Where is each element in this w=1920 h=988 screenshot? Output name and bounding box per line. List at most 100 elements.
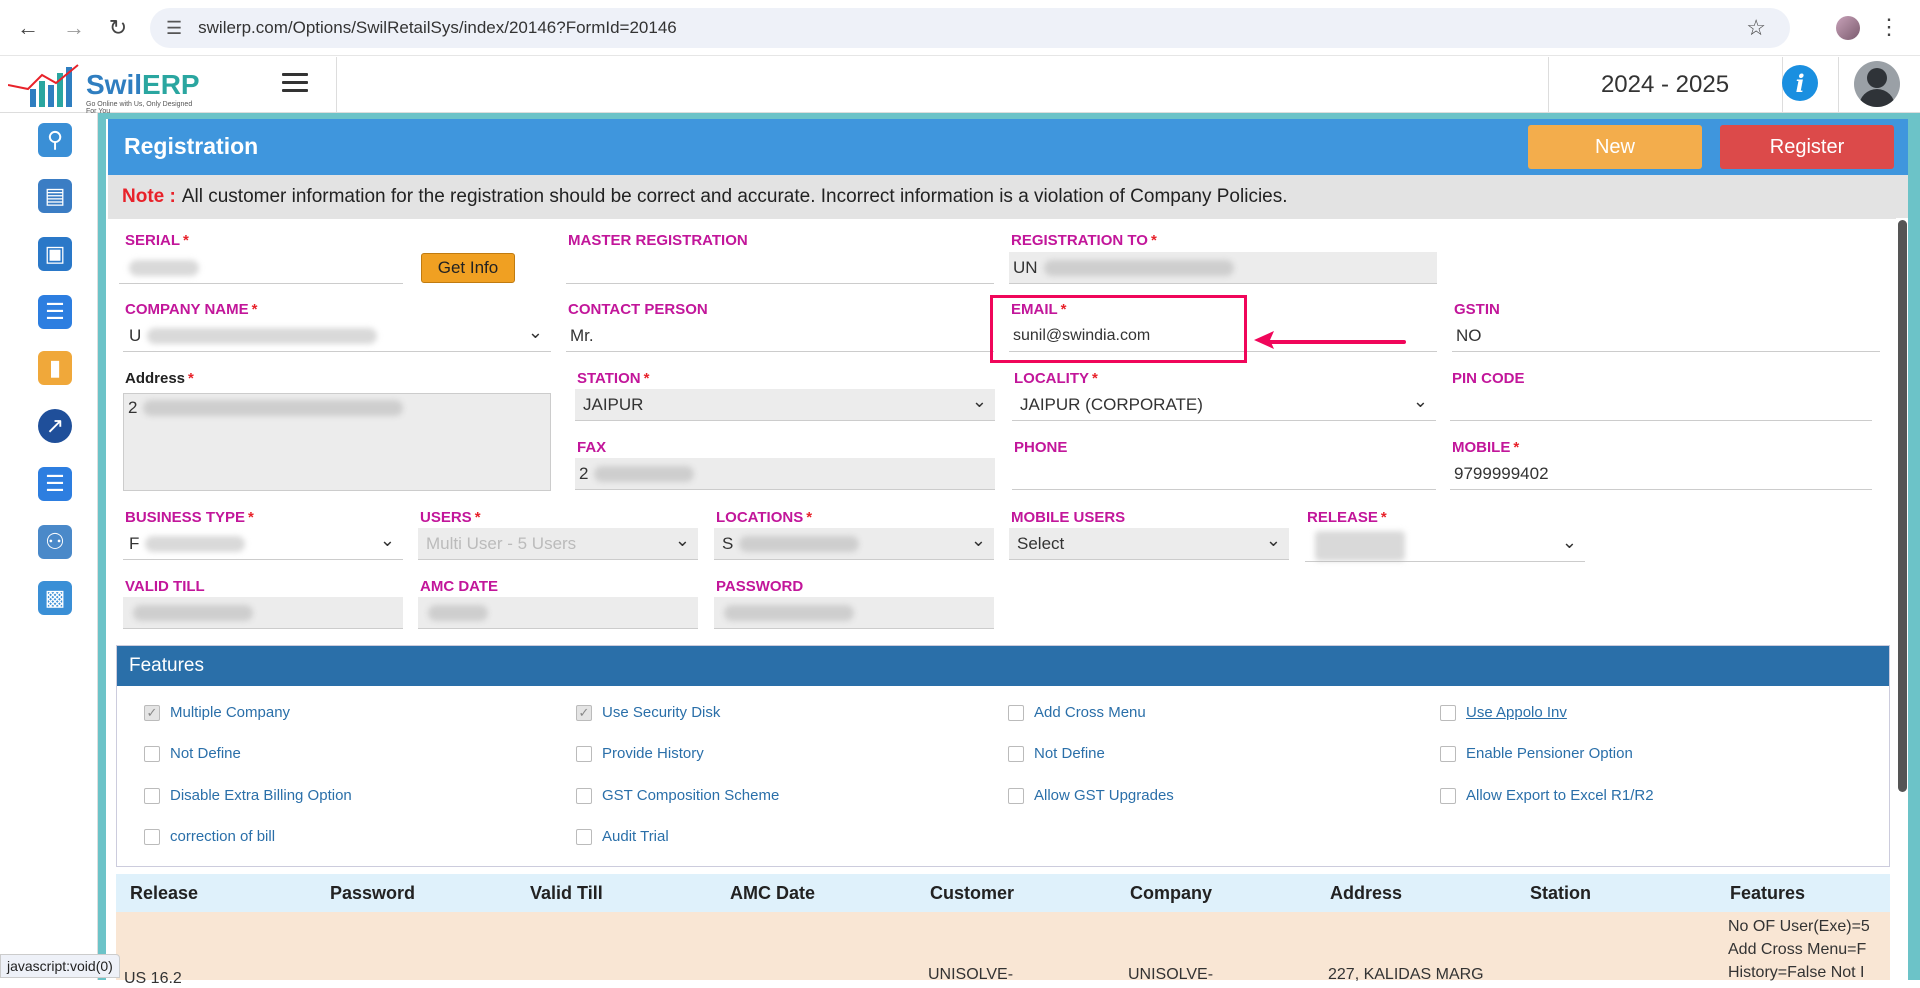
user-account-icon[interactable] [1854,61,1900,107]
feature-item[interactable]: ✓ Multiple Company [144,704,290,721]
feature-checkbox[interactable]: ✓ [576,704,592,721]
search-icon[interactable]: ⚲ [38,123,72,157]
feature-checkbox[interactable] [1440,745,1456,762]
feature-item[interactable]: GST Composition Scheme [576,787,779,804]
company-name-select[interactable]: U [123,320,551,352]
site-settings-icon[interactable]: ☰ [166,18,182,39]
station-select[interactable]: JAIPUR [575,389,995,421]
feature-checkbox[interactable] [1008,704,1024,721]
pin-code-input[interactable] [1450,389,1872,421]
team-icon[interactable]: ⚇ [38,525,72,559]
forward-arrow-icon[interactable]: → [60,14,88,42]
growth-chart-icon[interactable]: ↗ [38,409,72,443]
col-station[interactable]: Station [1530,883,1591,904]
feature-item[interactable]: ✓ Use Security Disk [576,704,720,721]
laptop-icon[interactable]: ▩ [38,581,72,615]
table-row[interactable]: US 16.2 UNISOLVE- UNISOLVE- 227, KALIDAS… [116,912,1890,987]
email-highlight-box [990,295,1247,363]
feature-item[interactable]: Allow GST Upgrades [1008,787,1174,804]
feature-checkbox[interactable] [144,745,160,762]
company-name-label: COMPANY NAME * [125,301,258,318]
feature-item[interactable]: Enable Pensioner Option [1440,745,1633,762]
password-input[interactable] [714,597,994,629]
bookmark-star-icon[interactable]: ☆ [1746,15,1766,41]
contact-person-input[interactable]: Mr. [566,320,994,352]
gstin-label: GSTIN [1454,301,1500,318]
phone-input[interactable] [1012,458,1436,490]
col-password[interactable]: Password [330,883,415,904]
computer-user-icon[interactable]: ▣ [38,237,72,271]
col-customer[interactable]: Customer [930,883,1014,904]
feature-checkbox[interactable] [576,745,592,762]
release-label: RELEASE * [1307,509,1387,526]
status-bar: javascript:void(0) [0,954,120,978]
gstin-input[interactable]: NO [1452,320,1880,352]
feature-checkbox[interactable] [1008,745,1024,762]
registration-to-input[interactable]: UN [1009,252,1437,284]
cell-features-line1: No OF User(Exe)=5 [1728,918,1870,935]
master-registration-input[interactable] [566,252,994,284]
feature-item[interactable]: correction of bill [144,828,275,845]
mobile-input[interactable]: 9799999402 [1450,458,1872,490]
feature-label: Use Appolo Inv [1466,704,1567,721]
back-arrow-icon[interactable]: ← [14,14,42,42]
feature-checkbox[interactable] [144,828,160,845]
feature-item[interactable]: Audit Trial [576,828,669,845]
swilerp-logo[interactable]: SwilERP Go Online with Us, Only Designed… [8,61,200,115]
feature-checkbox[interactable] [1440,704,1456,721]
document-icon[interactable]: ☰ [38,467,72,501]
feature-checkbox[interactable] [1008,787,1024,804]
users-select[interactable]: Multi User - 5 Users [418,528,698,560]
col-valid-till[interactable]: Valid Till [530,883,603,904]
feature-label: Multiple Company [170,704,291,721]
cell-features-line2: Add Cross Menu=F [1728,941,1867,958]
business-type-select[interactable]: F [123,528,403,560]
feature-item[interactable]: Use Appolo Inv [1440,704,1567,721]
note-label: Note : [122,186,176,207]
feature-item[interactable]: Allow Export to Excel R1/R2 [1440,787,1654,804]
feature-checkbox[interactable]: ✓ [144,704,160,721]
feature-item[interactable]: Disable Extra Billing Option [144,787,352,804]
fax-input[interactable]: 2 [575,458,995,490]
document-icon[interactable]: ☰ [38,295,72,329]
col-features[interactable]: Features [1730,883,1805,904]
feature-label: Use Security Disk [602,704,721,721]
logo-chart-icon [8,64,79,107]
profile-avatar[interactable] [1836,16,1860,40]
feature-item[interactable]: Add Cross Menu [1008,704,1146,721]
hamburger-menu-icon[interactable] [282,73,308,93]
financial-year[interactable]: 2024 - 2025 [1548,57,1782,113]
address-textarea[interactable]: 2 [123,393,551,491]
feature-item[interactable]: Not Define [1008,745,1105,762]
mobile-users-select[interactable]: Select [1009,528,1289,560]
feature-checkbox[interactable] [576,828,592,845]
col-address[interactable]: Address [1330,883,1402,904]
get-info-button[interactable]: Get Info [421,253,515,283]
url-text[interactable]: swilerp.com/Options/SwilRetailSys/index/… [198,18,677,38]
registration-header: Registration New Register [108,119,1908,175]
feature-item[interactable]: Provide History [576,745,704,762]
browser-menu-icon[interactable]: ⋮ [1878,14,1900,40]
col-release[interactable]: Release [130,883,198,904]
feature-checkbox[interactable] [144,787,160,804]
info-icon[interactable]: i [1782,65,1818,101]
serial-input[interactable] [119,252,403,284]
feature-item[interactable]: Not Define [144,745,241,762]
release-select[interactable] [1305,530,1585,562]
report-icon[interactable]: ▤ [38,179,72,213]
valid-till-input[interactable] [123,597,403,629]
locality-select[interactable]: JAIPUR (CORPORATE) [1012,389,1436,421]
col-amc-date[interactable]: AMC Date [730,883,815,904]
feature-checkbox[interactable] [1440,787,1456,804]
serial-label: SERIAL * [125,232,189,249]
new-button[interactable]: New [1528,125,1702,169]
scrollbar-thumb[interactable] [1898,220,1907,792]
col-company[interactable]: Company [1130,883,1212,904]
locations-select[interactable]: S [714,528,994,560]
amc-date-input[interactable] [418,597,698,629]
feature-checkbox[interactable] [576,787,592,804]
folder-icon[interactable]: ▮ [38,351,72,385]
register-button[interactable]: Register [1720,125,1894,169]
reload-icon[interactable]: ↻ [104,14,132,42]
address-bar[interactable]: ☰ swilerp.com/Options/SwilRetailSys/inde… [150,8,1790,48]
